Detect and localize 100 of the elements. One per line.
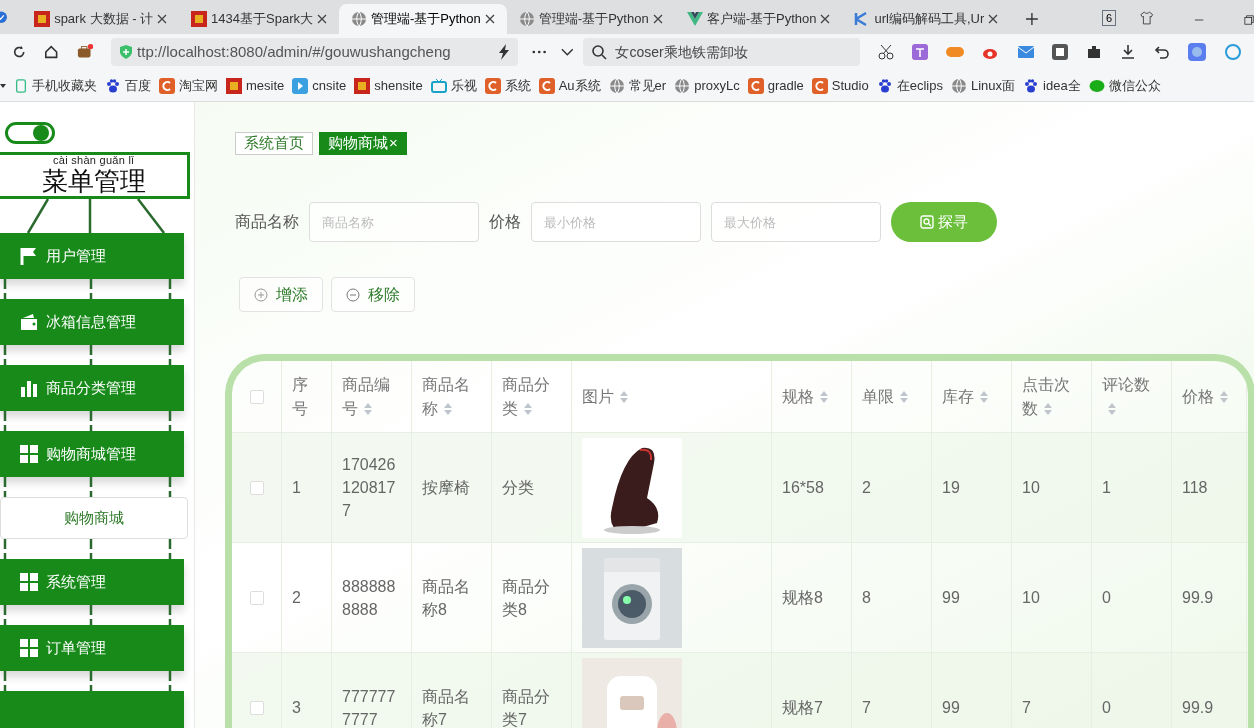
- search-field[interactable]: 女coser乘地铁需卸妆: [583, 38, 860, 66]
- connector-line: [89, 359, 93, 365]
- remove-button[interactable]: 移除: [331, 277, 415, 312]
- bookmark-item[interactable]: 常见er: [608, 75, 667, 96]
- connector-line: [168, 477, 172, 487]
- menu-item[interactable]: 购物商城管理: [0, 431, 184, 477]
- lightning-icon[interactable]: [498, 44, 511, 60]
- address-bar[interactable]: ttp://localhost:8080/admin/#/gouwushangcheng: [111, 38, 519, 66]
- browser-tab[interactable]: 1434基于Spark大: [179, 4, 339, 34]
- connector-line: [3, 671, 7, 681]
- close-icon[interactable]: [820, 14, 831, 24]
- table-cell-text: 2: [862, 478, 871, 498]
- close-icon[interactable]: [484, 14, 495, 24]
- bookmark-item[interactable]: 微信公众: [1088, 75, 1161, 96]
- bookmark-item[interactable]: Au系统: [538, 75, 601, 96]
- column-header[interactable]: 评论数: [1092, 361, 1172, 432]
- translate-icon[interactable]: [912, 44, 928, 60]
- connector-line: [3, 477, 7, 487]
- connector-line: [89, 671, 93, 681]
- input-field[interactable]: 商品名称: [309, 202, 479, 242]
- close-button[interactable]: ×: [389, 132, 398, 155]
- caret-icon[interactable]: [0, 82, 6, 89]
- phone-icon: [14, 77, 28, 94]
- more-icon[interactable]: [532, 50, 547, 54]
- column-header[interactable]: 点击次数: [1012, 361, 1092, 432]
- column-header[interactable]: 商品名称: [412, 361, 492, 432]
- bookmark-item[interactable]: 系统: [484, 75, 531, 96]
- table-row[interactable]: 2 8888888888 商品名称8 商品分类8 规格8 8 99 10 0 99.9: [232, 543, 1248, 653]
- close-icon[interactable]: [988, 14, 999, 24]
- tab-count-badge[interactable]: 6: [1102, 10, 1117, 26]
- column-header[interactable]: 单限: [852, 361, 932, 432]
- table-cell-text: 0: [1102, 698, 1111, 718]
- restore-icon[interactable]: [1243, 14, 1254, 26]
- column-header[interactable]: 库存: [932, 361, 1012, 432]
- checkbox[interactable]: [249, 389, 264, 404]
- bookmark-item[interactable]: shensite: [354, 75, 423, 96]
- table-row[interactable]: 3 7777777777 商品名称7 商品分类7 规格7 7 99 7 0 99.9: [232, 653, 1248, 728]
- connector-line: [3, 411, 7, 421]
- connector-line: [168, 685, 172, 691]
- input-field[interactable]: 最小价格: [531, 202, 701, 242]
- browser-tab[interactable]: 客户端-基于Python: [674, 4, 843, 34]
- bookmark-item[interactable]: 淘宝网: [159, 75, 218, 96]
- column-header[interactable]: 序号: [282, 361, 332, 432]
- browser-tab[interactable]: url编码解码工具,Ur: [842, 4, 1011, 34]
- toggle-switch[interactable]: [5, 122, 55, 144]
- bookmark-item[interactable]: 手机收藏夹: [14, 75, 97, 96]
- chevron-down-icon[interactable]: [560, 48, 574, 56]
- undo-icon[interactable]: [1154, 44, 1170, 60]
- shirt-icon[interactable]: [1140, 10, 1154, 26]
- input-field[interactable]: 最大价格: [711, 202, 881, 242]
- bookmark-item[interactable]: 在eclips: [876, 75, 943, 96]
- bookmark-item[interactable]: 百度: [105, 75, 151, 96]
- scissors-icon[interactable]: [878, 44, 894, 60]
- add-button[interactable]: 增添: [239, 277, 323, 312]
- tag[interactable]: 系统首页: [235, 132, 313, 155]
- menu-item[interactable]: 冰箱信息管理: [0, 299, 184, 345]
- globe-icon: [351, 11, 367, 27]
- flag-icon: [20, 247, 38, 265]
- close-icon[interactable]: [652, 14, 663, 24]
- wallet-icon: [20, 313, 38, 331]
- menu-item[interactable]: 商品分类管理: [0, 365, 184, 411]
- submenu-item[interactable]: 购物商城: [0, 497, 188, 539]
- table-row[interactable]: 1 1704261208177 按摩椅 分类 16*58 2 19 10 1 118: [232, 433, 1248, 543]
- browser-tab[interactable]: 管理端-基于Python: [339, 4, 507, 34]
- column-header[interactable]: 规格: [772, 361, 852, 432]
- home-icon[interactable]: [44, 44, 59, 60]
- connector-line: [89, 539, 93, 549]
- bookmark-item[interactable]: Studio: [811, 75, 869, 96]
- bookmark-item[interactable]: gradle: [747, 75, 804, 96]
- browser-tab[interactable]: 管理端-基于Python: [506, 4, 675, 34]
- browser-tab[interactable]: spark 大数据 - 计: [22, 4, 180, 34]
- tag[interactable]: 购物商城×: [319, 132, 407, 155]
- bookmark-item[interactable]: idea全: [1023, 75, 1081, 96]
- tv-icon: [430, 77, 447, 94]
- bookmark-item[interactable]: proxyLc: [674, 75, 740, 96]
- checkbox[interactable]: [249, 700, 264, 715]
- c-logo-icon: [484, 77, 501, 94]
- column-header[interactable]: 图片: [572, 361, 772, 432]
- column-header[interactable]: 商品编号: [332, 361, 412, 432]
- bookmark-item[interactable]: mesite: [226, 75, 285, 96]
- close-icon[interactable]: [157, 14, 168, 24]
- download-icon[interactable]: [1120, 44, 1136, 60]
- mail-icon[interactable]: [1018, 46, 1034, 58]
- menu-item[interactable]: 用户管理: [0, 233, 184, 279]
- bookmark-item[interactable]: cnsite: [292, 75, 347, 96]
- menu-item[interactable]: 系统管理: [0, 559, 184, 605]
- tab-title: 管理端-基于Python: [371, 10, 481, 29]
- bookmark-item[interactable]: 乐视: [430, 75, 477, 96]
- checkbox[interactable]: [249, 590, 264, 605]
- table-cell-text: 99: [942, 698, 960, 718]
- reload-icon[interactable]: [12, 44, 27, 60]
- connector-line: [168, 671, 172, 681]
- checkbox[interactable]: [249, 480, 264, 495]
- menu-item[interactable]: 订单管理: [0, 625, 184, 671]
- column-header[interactable]: 商品分类: [492, 361, 572, 432]
- bookmark-item[interactable]: Linux面: [950, 75, 1016, 96]
- column-header[interactable]: 价格: [1172, 361, 1247, 432]
- table-cell-text: 118: [1182, 478, 1208, 498]
- close-icon[interactable]: [317, 14, 327, 24]
- new-tab-icon[interactable]: [1026, 12, 1039, 26]
